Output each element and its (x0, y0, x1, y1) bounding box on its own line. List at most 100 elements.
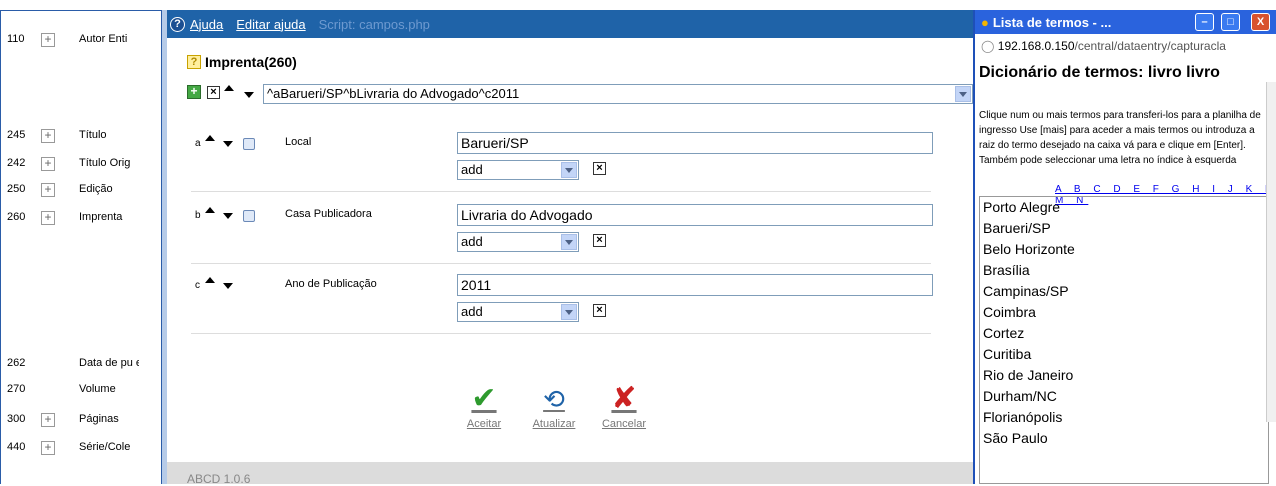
subfield-name: Local (285, 136, 312, 148)
field-value-select[interactable]: ^aBarueri/SP^bLivraria do Advogado^c2011 (263, 84, 973, 104)
minimize-icon[interactable]: – (1195, 13, 1214, 31)
move-up-icon[interactable] (205, 207, 215, 213)
field-label[interactable]: Imprenta (79, 211, 139, 225)
vertical-scrollbar[interactable] (1266, 82, 1276, 422)
term-item[interactable]: Curitiba (980, 344, 1268, 365)
term-item[interactable]: Durham/NC (980, 386, 1268, 407)
chevron-down-icon[interactable] (561, 162, 577, 178)
field-title-text: Imprenta(260) (205, 54, 297, 70)
term-item[interactable]: Barueri/SP (980, 218, 1268, 239)
accept-label: Aceitar (466, 418, 502, 430)
dictionary-heading: Dicionário de termos: livro livro (979, 64, 1220, 81)
subfield-code: c (195, 280, 200, 291)
field-label[interactable]: Título (79, 129, 139, 143)
subfield-name: Ano de Publicação (285, 278, 377, 290)
edit-help-link[interactable]: Editar ajuda (236, 17, 305, 32)
add-select[interactable]: add (457, 302, 579, 322)
field-controls: + × (187, 85, 254, 99)
expand-icon[interactable]: + (41, 129, 55, 143)
add-select[interactable]: add (457, 160, 579, 180)
subfield-row: c Ano de Publicação 2011 add × (191, 274, 933, 334)
field-label[interactable]: Autor Enti (79, 33, 139, 47)
url-host: 192.168.0.150 (997, 39, 1075, 53)
chevron-down-icon[interactable] (561, 304, 577, 320)
term-item[interactable]: Brasília (980, 260, 1268, 281)
term-item[interactable]: Cortez (980, 323, 1268, 344)
expand-icon[interactable]: + (41, 183, 55, 197)
term-item[interactable]: Florianópolis (980, 407, 1268, 428)
move-up-icon[interactable] (224, 85, 234, 91)
field-label[interactable]: Páginas (79, 413, 139, 427)
remove-icon[interactable]: × (593, 234, 606, 247)
move-up-icon[interactable] (205, 277, 215, 283)
cancel-button[interactable]: ✘ Cancelar (589, 380, 659, 430)
field-row: 110 + Autor Enti (7, 33, 139, 47)
field-tag: 262 (7, 357, 26, 369)
field-row: 250 + Edição (7, 183, 139, 197)
subfield-name: Casa Publicadora (285, 208, 372, 220)
chevron-down-icon[interactable] (561, 234, 577, 250)
field-editor-dialog: ? Ajuda Editar ajuda Script: campos.php … (167, 10, 973, 486)
remove-icon[interactable]: × (593, 304, 606, 317)
maximize-icon[interactable]: □ (1221, 13, 1240, 31)
term-item[interactable]: Coimbra (980, 302, 1268, 323)
move-down-icon[interactable] (244, 92, 254, 98)
move-up-icon[interactable] (205, 135, 215, 141)
move-down-icon[interactable] (223, 141, 233, 147)
accept-button[interactable]: ✔ Aceitar (449, 380, 519, 430)
add-select[interactable]: add (457, 232, 579, 252)
lookup-icon[interactable] (243, 210, 255, 222)
field-tag: 242 (7, 157, 26, 169)
subfield-input[interactable]: Barueri/SP (457, 132, 933, 154)
terms-listbox[interactable]: Porto Alegre Barueri/SP Belo Horizonte Bras… (979, 196, 1269, 484)
field-label[interactable]: Série/Cole (79, 441, 139, 455)
expand-icon[interactable]: + (41, 211, 55, 225)
field-label[interactable]: Data de pu extenso (79, 357, 139, 369)
field-label[interactable]: Volume (79, 383, 139, 395)
field-label[interactable]: Título Orig (79, 157, 139, 171)
expand-icon[interactable]: + (41, 413, 55, 427)
term-item[interactable]: Belo Horizonte (980, 239, 1268, 260)
field-row: 440 + Série/Cole (7, 441, 139, 455)
window-titlebar[interactable]: ● Lista de termos - ... – □ X (975, 10, 1276, 34)
field-label[interactable]: Edição (79, 183, 139, 197)
help-link[interactable]: Ajuda (190, 17, 223, 32)
add-select-value: add (461, 234, 483, 249)
subfield-input[interactable]: Livraria do Advogado (457, 204, 933, 226)
term-list-window: ● Lista de termos - ... – □ X ◯ 192.168.… (973, 10, 1276, 484)
expand-icon[interactable]: + (41, 33, 55, 47)
address-bar[interactable]: ◯ 192.168.0.150/central/dataentry/captur… (981, 39, 1276, 57)
field-tag: 270 (7, 383, 26, 395)
remove-icon[interactable]: × (593, 162, 606, 175)
dialog-toolbar: ? Ajuda Editar ajuda Script: campos.php (167, 10, 973, 38)
update-label: Atualizar (532, 418, 576, 430)
refresh-icon: ⟲ (543, 384, 565, 414)
chevron-down-icon[interactable] (955, 86, 971, 102)
add-occurrence-icon[interactable]: + (187, 85, 201, 99)
browser-icon: ● (981, 14, 989, 30)
term-item[interactable]: Rio de Janeiro (980, 365, 1268, 386)
url-path: /central/dataentry/capturacla (1074, 39, 1226, 53)
close-icon[interactable]: X (1251, 13, 1270, 31)
term-item[interactable]: Campinas/SP (980, 281, 1268, 302)
field-tag: 440 (7, 441, 26, 453)
subfield-code: a (195, 138, 201, 149)
term-item[interactable]: Porto Alegre (980, 197, 1268, 218)
field-tag: 110 (7, 33, 25, 45)
expand-icon[interactable]: + (41, 157, 55, 171)
subfield-code: b (195, 210, 201, 221)
move-down-icon[interactable] (223, 213, 233, 219)
cross-icon: ✘ (611, 382, 637, 415)
move-down-icon[interactable] (223, 283, 233, 289)
expand-icon[interactable]: + (41, 441, 55, 455)
field-help-icon[interactable]: ? (187, 55, 201, 69)
delete-occurrence-icon[interactable]: × (207, 85, 220, 99)
field-row: 262 Data de pu extenso (7, 357, 139, 369)
update-button[interactable]: ⟲ Atualizar (519, 380, 589, 430)
checkmark-icon: ✔ (471, 382, 497, 415)
subfield-input[interactable]: 2011 (457, 274, 933, 296)
lookup-icon[interactable] (243, 138, 255, 150)
term-item[interactable]: São Paulo (980, 428, 1268, 449)
subfield-row: b Casa Publicadora Livraria do Advogado add… (191, 204, 933, 264)
help-icon[interactable]: ? (170, 16, 185, 32)
